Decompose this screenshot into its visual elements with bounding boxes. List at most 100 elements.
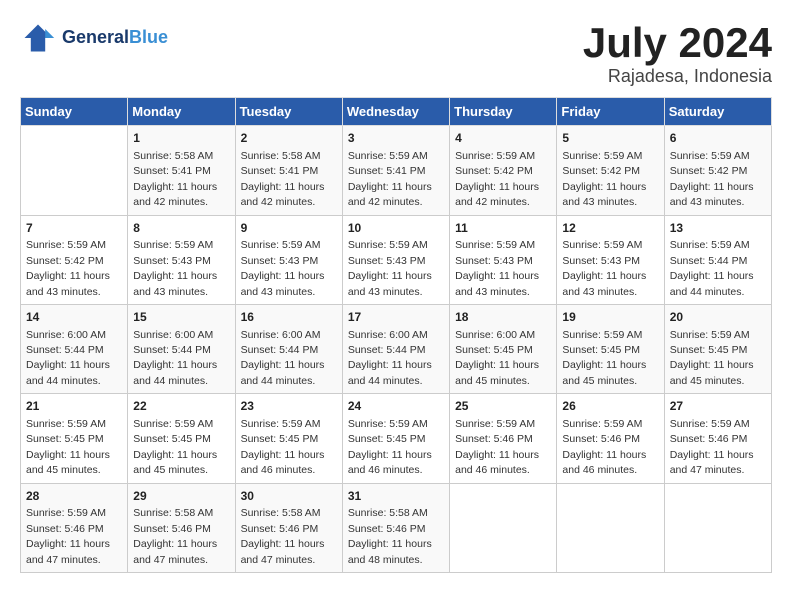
calendar-cell: 18 Sunrise: 6:00 AM Sunset: 5:45 PM Dayli…	[450, 304, 557, 393]
calendar-week-1: 1 Sunrise: 5:58 AM Sunset: 5:41 PM Daylig…	[21, 126, 772, 215]
day-info: Sunrise: 5:58 AM Sunset: 5:41 PM Dayligh…	[241, 150, 325, 208]
calendar-cell: 30 Sunrise: 5:58 AM Sunset: 5:46 PM Dayli…	[235, 483, 342, 572]
day-info: Sunrise: 5:59 AM Sunset: 5:42 PM Dayligh…	[670, 150, 754, 208]
day-number: 31	[348, 488, 444, 505]
calendar-cell: 7Sunrise: 5:59 AM Sunset: 5:42 PM Daylig…	[21, 215, 128, 304]
calendar-cell: 27 Sunrise: 5:59 AM Sunset: 5:46 PM Dayli…	[664, 394, 771, 483]
calendar-cell: 25 Sunrise: 5:59 AM Sunset: 5:46 PM Dayli…	[450, 394, 557, 483]
day-header-wednesday: Wednesday	[342, 98, 449, 126]
day-number: 23	[241, 398, 337, 415]
day-header-thursday: Thursday	[450, 98, 557, 126]
day-number: 1	[133, 130, 229, 147]
day-info: Sunrise: 5:58 AM Sunset: 5:46 PM Dayligh…	[241, 507, 325, 565]
calendar-cell: 6 Sunrise: 5:59 AM Sunset: 5:42 PM Daylig…	[664, 126, 771, 215]
calendar-cell: 14 Sunrise: 6:00 AM Sunset: 5:44 PM Dayli…	[21, 304, 128, 393]
calendar-cell: 4 Sunrise: 5:59 AM Sunset: 5:42 PM Daylig…	[450, 126, 557, 215]
day-number: 8	[133, 220, 229, 237]
day-info: Sunrise: 6:00 AM Sunset: 5:44 PM Dayligh…	[348, 329, 432, 387]
day-number: 16	[241, 309, 337, 326]
day-info: Sunrise: 5:58 AM Sunset: 5:46 PM Dayligh…	[348, 507, 432, 565]
calendar-cell: 19 Sunrise: 5:59 AM Sunset: 5:45 PM Dayli…	[557, 304, 664, 393]
day-number: 30	[241, 488, 337, 505]
calendar-cell: 8 Sunrise: 5:59 AM Sunset: 5:43 PM Daylig…	[128, 215, 235, 304]
calendar-cell: 31 Sunrise: 5:58 AM Sunset: 5:46 PM Dayli…	[342, 483, 449, 572]
calendar-cell: 13 Sunrise: 5:59 AM Sunset: 5:44 PM Dayli…	[664, 215, 771, 304]
day-number: 22	[133, 398, 229, 415]
day-info: Sunrise: 5:58 AM Sunset: 5:46 PM Dayligh…	[133, 507, 217, 565]
day-info: Sunrise: 5:59 AM Sunset: 5:45 PM Dayligh…	[348, 418, 432, 476]
day-number: 24	[348, 398, 444, 415]
calendar-cell: 5 Sunrise: 5:59 AM Sunset: 5:42 PM Daylig…	[557, 126, 664, 215]
day-number: 2	[241, 130, 337, 147]
calendar-cell: 21Sunrise: 5:59 AM Sunset: 5:45 PM Dayli…	[21, 394, 128, 483]
day-number: 3	[348, 130, 444, 147]
logo-icon	[20, 20, 56, 56]
day-info: Sunrise: 5:59 AM Sunset: 5:44 PM Dayligh…	[670, 239, 754, 297]
day-info: Sunrise: 5:59 AM Sunset: 5:43 PM Dayligh…	[133, 239, 217, 297]
day-number: 14	[26, 309, 122, 326]
calendar-cell: 29 Sunrise: 5:58 AM Sunset: 5:46 PM Dayli…	[128, 483, 235, 572]
day-number: 25	[455, 398, 551, 415]
calendar-cell: 1Sunrise: 5:58 AM Sunset: 5:41 PM Daylig…	[128, 126, 235, 215]
day-info: Sunrise: 6:00 AM Sunset: 5:44 PM Dayligh…	[241, 329, 325, 387]
calendar-cell	[450, 483, 557, 572]
calendar-header-row: SundayMondayTuesdayWednesdayThursdayFrid…	[21, 98, 772, 126]
day-number: 4	[455, 130, 551, 147]
day-info: Sunrise: 6:00 AM Sunset: 5:44 PM Dayligh…	[26, 329, 110, 387]
calendar-table: SundayMondayTuesdayWednesdayThursdayFrid…	[20, 97, 772, 573]
calendar-cell: 3Sunrise: 5:59 AM Sunset: 5:41 PM Daylig…	[342, 126, 449, 215]
day-number: 6	[670, 130, 766, 147]
day-info: Sunrise: 5:59 AM Sunset: 5:43 PM Dayligh…	[348, 239, 432, 297]
month-title: July 2024	[583, 20, 772, 66]
calendar-cell: 2 Sunrise: 5:58 AM Sunset: 5:41 PM Daylig…	[235, 126, 342, 215]
calendar-week-4: 21 Sunrise: 5:59 AM Sunset: 5:45 PM Dayli…	[21, 394, 772, 483]
header: GeneralBlue July 2024 Rajadesa, Indonesi…	[20, 20, 772, 87]
day-number: 11	[455, 220, 551, 237]
calendar-week-3: 14 Sunrise: 6:00 AM Sunset: 5:44 PM Dayli…	[21, 304, 772, 393]
calendar-cell: 10 Sunrise: 5:59 AM Sunset: 5:43 PM Dayli…	[342, 215, 449, 304]
day-number: 20	[670, 309, 766, 326]
day-number: 27	[670, 398, 766, 415]
logo-text: GeneralBlue	[62, 28, 168, 48]
day-number: 15	[133, 309, 229, 326]
day-number: 7	[26, 220, 122, 237]
day-number: 21	[26, 398, 122, 415]
day-info: Sunrise: 5:59 AM Sunset: 5:45 PM Dayligh…	[241, 418, 325, 476]
calendar-cell: 28Sunrise: 5:59 AM Sunset: 5:46 PM Dayli…	[21, 483, 128, 572]
day-number: 9	[241, 220, 337, 237]
day-number: 17	[348, 309, 444, 326]
calendar-cell: 24 Sunrise: 5:59 AM Sunset: 5:45 PM Dayli…	[342, 394, 449, 483]
day-number: 19	[562, 309, 658, 326]
day-header-sunday: Sunday	[21, 98, 128, 126]
day-number: 18	[455, 309, 551, 326]
day-info: Sunrise: 5:59 AM Sunset: 5:45 PM Dayligh…	[562, 329, 646, 387]
day-info: Sunrise: 5:59 AM Sunset: 5:43 PM Dayligh…	[241, 239, 325, 297]
day-header-monday: Monday	[128, 98, 235, 126]
calendar-cell: 11Sunrise: 5:59 AM Sunset: 5:43 PM Dayli…	[450, 215, 557, 304]
title-area: July 2024 Rajadesa, Indonesia	[583, 20, 772, 87]
day-info: Sunrise: 5:59 AM Sunset: 5:45 PM Dayligh…	[670, 329, 754, 387]
day-info: Sunrise: 5:59 AM Sunset: 5:42 PM Dayligh…	[562, 150, 646, 208]
day-info: Sunrise: 6:00 AM Sunset: 5:45 PM Dayligh…	[455, 329, 539, 387]
calendar-cell: 23 Sunrise: 5:59 AM Sunset: 5:45 PM Dayli…	[235, 394, 342, 483]
calendar-cell: 17 Sunrise: 6:00 AM Sunset: 5:44 PM Dayli…	[342, 304, 449, 393]
calendar-cell: 15 Sunrise: 6:00 AM Sunset: 5:44 PM Dayli…	[128, 304, 235, 393]
calendar-cell	[664, 483, 771, 572]
day-info: Sunrise: 5:59 AM Sunset: 5:46 PM Dayligh…	[670, 418, 754, 476]
day-info: Sunrise: 5:59 AM Sunset: 5:45 PM Dayligh…	[133, 418, 217, 476]
calendar-cell: 22 Sunrise: 5:59 AM Sunset: 5:45 PM Dayli…	[128, 394, 235, 483]
day-info: Sunrise: 5:59 AM Sunset: 5:46 PM Dayligh…	[26, 507, 110, 565]
location-title: Rajadesa, Indonesia	[583, 66, 772, 87]
day-number: 5	[562, 130, 658, 147]
day-header-tuesday: Tuesday	[235, 98, 342, 126]
day-info: Sunrise: 5:59 AM Sunset: 5:42 PM Dayligh…	[455, 150, 539, 208]
day-number: 13	[670, 220, 766, 237]
day-number: 10	[348, 220, 444, 237]
calendar-cell: 20 Sunrise: 5:59 AM Sunset: 5:45 PM Dayli…	[664, 304, 771, 393]
day-info: Sunrise: 5:59 AM Sunset: 5:43 PM Dayligh…	[562, 239, 646, 297]
day-info: Sunrise: 6:00 AM Sunset: 5:44 PM Dayligh…	[133, 329, 217, 387]
calendar-body: 1 Sunrise: 5:58 AM Sunset: 5:41 PM Daylig…	[21, 126, 772, 573]
day-header-friday: Friday	[557, 98, 664, 126]
day-number: 29	[133, 488, 229, 505]
day-info: Sunrise: 5:59 AM Sunset: 5:46 PM Dayligh…	[455, 418, 539, 476]
